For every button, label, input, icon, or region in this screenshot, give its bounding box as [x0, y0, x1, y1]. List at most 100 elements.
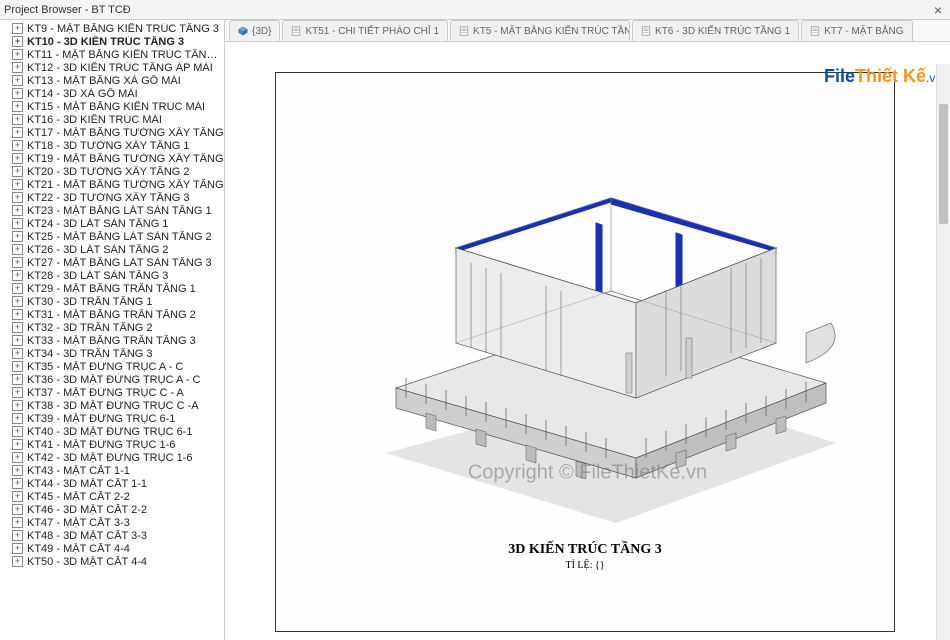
expand-icon[interactable]: +: [12, 387, 23, 398]
tree-item[interactable]: +KT17 - MẶT BẰNG TƯỜNG XÂY TẦNG: [0, 126, 224, 139]
tree-item[interactable]: +KT18 - 3D TƯỜNG XÂY TẦNG 1: [0, 139, 224, 152]
tree-item[interactable]: +KT16 - 3D KIẾN TRÚC MÁI: [0, 113, 224, 126]
tree-item[interactable]: +KT46 - 3D MẶT CẮT 2-2: [0, 503, 224, 516]
tree-item[interactable]: +KT31 - MẶT BẰNG TRẦN TẦNG 2: [0, 308, 224, 321]
tree-item[interactable]: +KT33 - MẶT BẰNG TRẦN TẦNG 3: [0, 334, 224, 347]
tree-item[interactable]: +KT42 - 3D MẶT ĐỨNG TRỤC 1-6: [0, 451, 224, 464]
expand-icon[interactable]: +: [12, 231, 23, 242]
tree-item[interactable]: +KT13 - MẶT BẰNG XÀ GỒ MÁI: [0, 74, 224, 87]
expand-icon[interactable]: +: [12, 244, 23, 255]
tree-item[interactable]: +KT35 - MẶT ĐỨNG TRỤC A - C: [0, 360, 224, 373]
tree-item[interactable]: +KT21 - MẶT BẰNG TƯỜNG XÂY TẦNG: [0, 178, 224, 191]
expand-icon[interactable]: +: [12, 270, 23, 281]
tree-item[interactable]: +KT37 - MẶT ĐỨNG TRỤC C - A: [0, 386, 224, 399]
expand-icon[interactable]: +: [12, 179, 23, 190]
expand-icon[interactable]: +: [12, 426, 23, 437]
tree-item[interactable]: +KT36 - 3D MẶT ĐỨNG TRỤC A - C: [0, 373, 224, 386]
expand-icon[interactable]: +: [12, 153, 23, 164]
tree-item[interactable]: +KT41 - MẶT ĐỨNG TRỤC 1-6: [0, 438, 224, 451]
expand-icon[interactable]: +: [12, 36, 23, 47]
expand-icon[interactable]: +: [12, 452, 23, 463]
tree-item[interactable]: +KT25 - MẶT BẰNG LÁT SÀN TẦNG 2: [0, 230, 224, 243]
tree-item[interactable]: +KT24 - 3D LÁT SÀN TẦNG 1: [0, 217, 224, 230]
expand-icon[interactable]: +: [12, 23, 23, 34]
tree-item[interactable]: +KT27 - MẶT BẰNG LÁT SÀN TẦNG 3: [0, 256, 224, 269]
tree-item[interactable]: +KT30 - 3D TRẦN TẦNG 1: [0, 295, 224, 308]
expand-icon[interactable]: +: [12, 101, 23, 112]
expand-icon[interactable]: +: [12, 322, 23, 333]
close-icon[interactable]: ×: [930, 2, 946, 18]
tree-item[interactable]: +KT47 - MẶT CẮT 3-3: [0, 516, 224, 529]
tree-item-label: KT23 - MẶT BẰNG LÁT SÀN TẦNG 1: [27, 205, 212, 217]
expand-icon[interactable]: +: [12, 283, 23, 294]
expand-icon[interactable]: +: [12, 374, 23, 385]
tree-item[interactable]: +KT19 - MẶT BẰNG TƯỜNG XÂY TẦNG: [0, 152, 224, 165]
expand-icon[interactable]: +: [12, 166, 23, 177]
tree-item[interactable]: + KT48 - 3D MẶT CẮT 3-3: [0, 529, 224, 542]
expand-icon[interactable]: +: [12, 543, 23, 554]
expand-icon[interactable]: +: [12, 478, 23, 489]
scrollbar-thumb[interactable]: [939, 104, 948, 224]
expand-icon[interactable]: +: [12, 140, 23, 151]
tree-item[interactable]: +KT15 - MẶT BẰNG KIẾN TRÚC MÁI: [0, 100, 224, 113]
tree-item-label: KT34 - 3D TRẦN TẦNG 3: [27, 348, 153, 360]
expand-icon[interactable]: +: [12, 348, 23, 359]
expand-icon[interactable]: +: [12, 127, 23, 138]
tree-item[interactable]: +KT12 - 3D KIẾN TRÚC TẦNG ÁP MÁI: [0, 61, 224, 74]
expand-icon[interactable]: +: [12, 296, 23, 307]
expand-icon[interactable]: +: [12, 257, 23, 268]
expand-icon[interactable]: +: [12, 439, 23, 450]
tree-item[interactable]: + KT34 - 3D TRẦN TẦNG 3: [0, 347, 224, 360]
tree-item[interactable]: +KT10 - 3D KIẾN TRÚC TẦNG 3: [0, 35, 224, 48]
expand-icon[interactable]: +: [12, 49, 23, 60]
expand-icon[interactable]: +: [12, 218, 23, 229]
tree-item[interactable]: +KT14 - 3D XÀ GỒ MÁI: [0, 87, 224, 100]
tree-item-label: KT26 - 3D LÁT SÀN TẦNG 2: [27, 244, 168, 256]
view-tab[interactable]: KT6 - 3D KIẾN TRÚC TẦNG 1: [632, 20, 799, 41]
view-tab[interactable]: {3D}: [229, 20, 280, 41]
tree-item[interactable]: +KT20 - 3D TƯỜNG XÂY TẦNG 2: [0, 165, 224, 178]
expand-icon[interactable]: +: [12, 504, 23, 515]
expand-icon[interactable]: +: [12, 88, 23, 99]
expand-icon[interactable]: +: [12, 75, 23, 86]
tree-item[interactable]: +KT39 - MẶT ĐỨNG TRỤC 6-1: [0, 412, 224, 425]
vertical-scrollbar[interactable]: [936, 64, 950, 640]
expand-icon[interactable]: +: [12, 517, 23, 528]
project-browser-sidebar[interactable]: +KT9 - MẶT BẰNG KIẾN TRÚC TẦNG 3+KT10 - …: [0, 20, 225, 640]
tree-item[interactable]: +KT29 - MẶT BẰNG TRẦN TẦNG 1: [0, 282, 224, 295]
tree-item[interactable]: +KT11 - MẶT BẰNG KIẾN TRÚC TẦNG ÁP: [0, 48, 224, 61]
expand-icon[interactable]: +: [12, 400, 23, 411]
expand-icon[interactable]: +: [12, 192, 23, 203]
tree-item[interactable]: +KT32 - 3D TRẦN TẦNG 2: [0, 321, 224, 334]
expand-icon[interactable]: +: [12, 205, 23, 216]
expand-icon[interactable]: +: [12, 62, 23, 73]
expand-icon[interactable]: +: [12, 361, 23, 372]
expand-icon[interactable]: +: [12, 530, 23, 541]
tree-item[interactable]: +KT43 - MẶT CẮT 1-1: [0, 464, 224, 477]
tree-item[interactable]: + KT23 - MẶT BẰNG LÁT SÀN TẦNG 1: [0, 204, 224, 217]
tree-item[interactable]: +KT28 - 3D LÁT SÀN TẦNG 3: [0, 269, 224, 282]
expand-icon[interactable]: +: [12, 114, 23, 125]
view-tab[interactable]: KT5 - MẶT BẰNG KIẾN TRÚC TẦNG 1: [450, 20, 630, 41]
tree-item[interactable]: + KT26 - 3D LÁT SÀN TẦNG 2: [0, 243, 224, 256]
drawing-viewport[interactable]: 3D KIẾN TRÚC TẦNG 3 TỈ LỆ: {} Copyright …: [225, 42, 950, 640]
expand-icon[interactable]: +: [12, 309, 23, 320]
tree-item[interactable]: +KT38 - 3D MẶT ĐỨNG TRỤC C -A: [0, 399, 224, 412]
expand-icon[interactable]: +: [12, 335, 23, 346]
content-area: {3D}KT51 - CHI TIẾT PHÀO CHỈ 1KT5 - MẶT …: [225, 20, 950, 640]
tree-item[interactable]: +KT45 - MẶT CẮT 2-2: [0, 490, 224, 503]
tree-item[interactable]: +KT40 - 3D MẶT ĐỨNG TRỤC 6-1: [0, 425, 224, 438]
tree-item[interactable]: +KT44 - 3D MẶT CẮT 1-1: [0, 477, 224, 490]
tree-item[interactable]: +KT49 - MẶT CẮT 4-4: [0, 542, 224, 555]
expand-icon[interactable]: +: [12, 556, 23, 567]
expand-icon[interactable]: +: [12, 465, 23, 476]
view-tab[interactable]: KT7 - MẶT BẰNG: [801, 20, 912, 41]
view-tab[interactable]: KT51 - CHI TIẾT PHÀO CHỈ 1: [282, 20, 448, 41]
tree-item[interactable]: +KT9 - MẶT BẰNG KIẾN TRÚC TẦNG 3: [0, 22, 224, 35]
cube-icon: [238, 26, 248, 36]
expand-icon[interactable]: +: [12, 491, 23, 502]
expand-icon[interactable]: +: [12, 413, 23, 424]
tree-item[interactable]: +KT50 - 3D MẶT CẮT 4-4: [0, 555, 224, 568]
tree-item-label: KT48 - 3D MẶT CẮT 3-3: [27, 530, 147, 542]
tree-item[interactable]: +KT22 - 3D TƯỜNG XÂY TẦNG 3: [0, 191, 224, 204]
